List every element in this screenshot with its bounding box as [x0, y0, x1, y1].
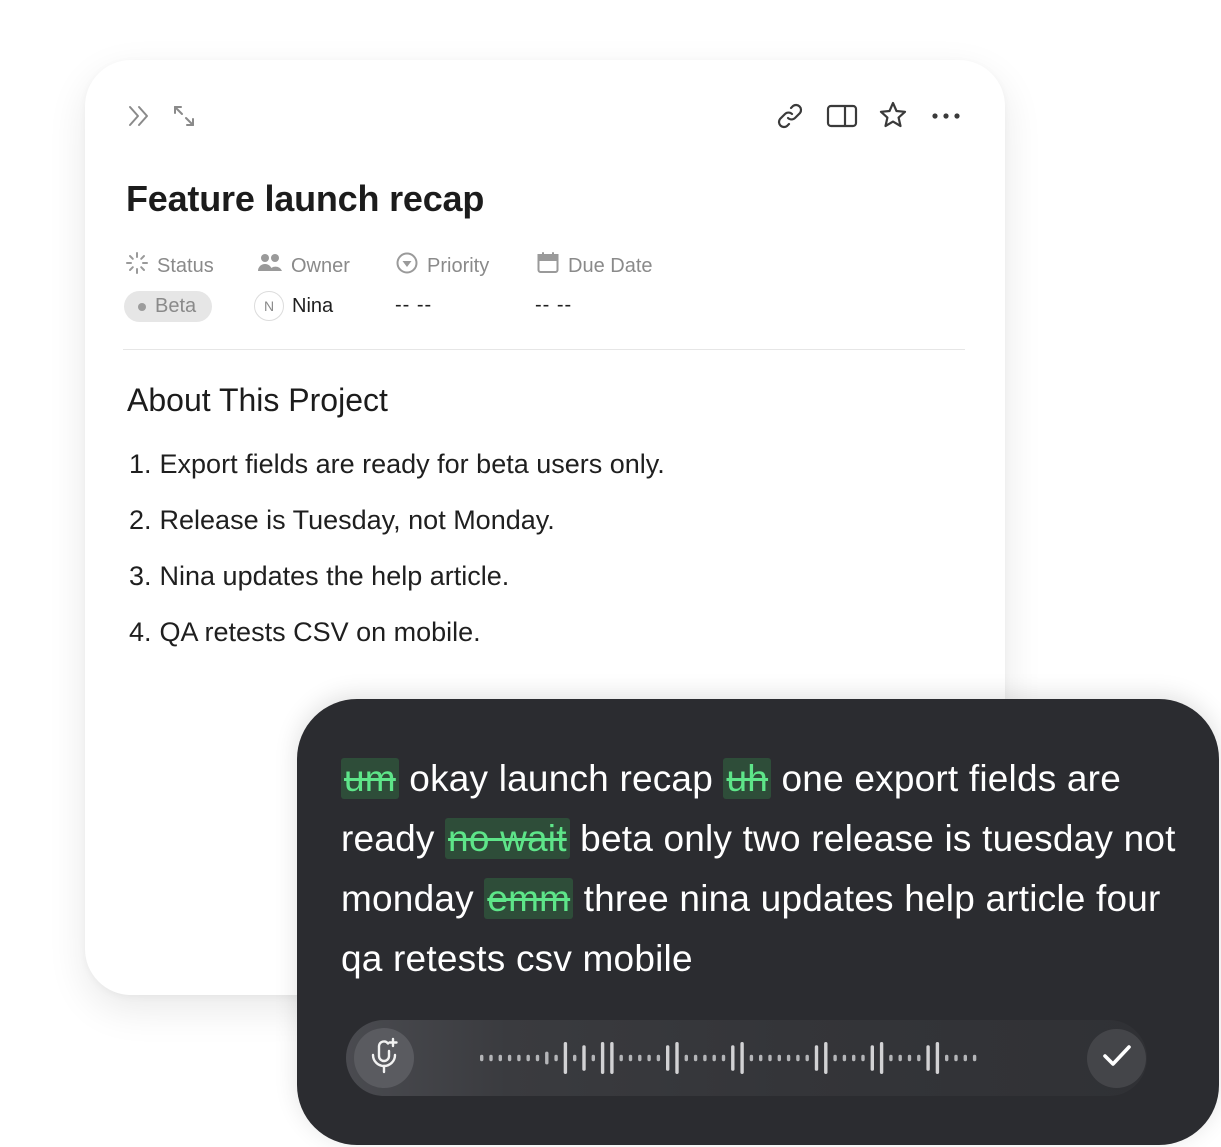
- waveform-bar: [712, 1054, 716, 1062]
- link-icon[interactable]: [775, 101, 805, 131]
- confirm-button[interactable]: [1087, 1029, 1146, 1088]
- waveform-bar: [693, 1054, 698, 1062]
- waveform-bar: [535, 1054, 540, 1062]
- waveform-bar: [619, 1054, 623, 1062]
- waveform-bar: [526, 1054, 530, 1062]
- waveform-bar: [917, 1054, 921, 1062]
- waveform-bar: [833, 1054, 837, 1062]
- waveform-bar: [545, 1051, 549, 1065]
- filler-word: no wait: [445, 818, 570, 859]
- waveform-bar: [656, 1054, 661, 1062]
- waveform-bar: [563, 1042, 568, 1074]
- waveform-bar: [582, 1045, 586, 1071]
- divider: [123, 349, 965, 350]
- status-label: Status: [125, 252, 214, 280]
- waveform-bar: [814, 1045, 819, 1071]
- expand-icon[interactable]: [171, 103, 197, 129]
- waveform-bar: [777, 1054, 781, 1062]
- people-icon: [257, 251, 291, 281]
- priority-label: Priority: [395, 252, 489, 280]
- waveform-bar: [963, 1054, 967, 1062]
- waveform-bar: [954, 1054, 958, 1062]
- waveform-bar: [786, 1054, 791, 1062]
- waveform-bar: [507, 1054, 512, 1062]
- waveform-bar: [749, 1054, 754, 1062]
- mic-button[interactable]: [354, 1028, 414, 1088]
- waveform-bar: [591, 1054, 595, 1062]
- waveform-bar: [638, 1054, 642, 1062]
- waveform-bar: [600, 1042, 605, 1074]
- status-icon: [125, 251, 157, 281]
- list-item[interactable]: 2. Release is Tuesday, not Monday.: [129, 502, 665, 558]
- waveform-bar: [731, 1045, 735, 1071]
- transcript-text: okay launch recap: [398, 758, 724, 799]
- owner-value[interactable]: N Nina: [254, 290, 333, 322]
- waveform-bar: [703, 1054, 707, 1062]
- avatar: N: [254, 291, 284, 321]
- waveform-bar: [517, 1054, 521, 1062]
- page-title: Feature launch recap: [126, 178, 485, 219]
- list-item[interactable]: 4. QA retests CSV on mobile.: [129, 614, 665, 670]
- double-chevron-right-icon[interactable]: [125, 102, 153, 130]
- priority-value[interactable]: -- --: [395, 294, 432, 317]
- waveform-bar: [647, 1054, 651, 1062]
- waveform-bar: [628, 1054, 633, 1062]
- mic-sparkle-icon: [367, 1037, 401, 1080]
- priority-icon: [395, 251, 427, 281]
- waveform-bar: [740, 1042, 744, 1074]
- waveform-bar: [926, 1045, 930, 1071]
- waveform-bar: [879, 1042, 884, 1074]
- waveform-bar: [805, 1054, 809, 1062]
- more-icon[interactable]: [930, 102, 962, 130]
- waveform-bar: [861, 1054, 865, 1062]
- waveform-bar: [684, 1054, 688, 1062]
- waveform-bar: [824, 1042, 828, 1074]
- filler-word: uh: [723, 758, 772, 799]
- waveform-bar: [852, 1054, 856, 1062]
- waveform-bar: [945, 1054, 949, 1062]
- filler-word: emm: [484, 878, 574, 919]
- waveform-bar: [768, 1054, 772, 1062]
- waveform-bar: [675, 1042, 679, 1074]
- due-date-label: Due Date: [536, 252, 653, 280]
- waveform-bar: [907, 1054, 912, 1062]
- checkmark-icon: [1102, 1043, 1132, 1074]
- list-item[interactable]: 1. Export fields are ready for beta users…: [129, 446, 665, 502]
- waveform-bar: [610, 1042, 614, 1074]
- waveform-bar: [759, 1054, 763, 1062]
- waveform-bar: [935, 1042, 940, 1074]
- waveform-bar: [972, 1054, 977, 1062]
- waveform-bar: [573, 1054, 577, 1062]
- waveform-bar: [554, 1054, 558, 1062]
- waveform-bar: [796, 1054, 800, 1062]
- transcript: um okay launch recap uh one export field…: [341, 749, 1187, 989]
- filler-word: um: [341, 758, 399, 799]
- section-title: About This Project: [127, 382, 388, 418]
- owner-name: Nina: [292, 294, 334, 317]
- project-notes-list: 1. Export fields are ready for beta users…: [129, 446, 665, 670]
- dictation-panel: um okay launch recap uh one export field…: [297, 699, 1219, 1145]
- waveform-bar: [898, 1054, 902, 1062]
- waveform-bar: [721, 1054, 726, 1062]
- waveform-bar: [666, 1045, 670, 1071]
- waveform-bar: [498, 1054, 502, 1062]
- waveform-bar: [489, 1054, 493, 1062]
- star-icon[interactable]: [878, 100, 908, 130]
- waveform: [480, 1042, 977, 1074]
- list-item[interactable]: 3. Nina updates the help article.: [129, 558, 665, 614]
- recording-bar: [346, 1020, 1147, 1096]
- side-panel-icon[interactable]: [826, 102, 858, 130]
- status-dot: [138, 302, 146, 311]
- waveform-bar: [480, 1054, 484, 1062]
- waveform-bar: [870, 1045, 874, 1071]
- status-badge[interactable]: Beta: [124, 291, 213, 322]
- owner-label: Owner: [257, 252, 350, 280]
- due-date-value[interactable]: -- --: [535, 294, 572, 317]
- calendar-icon: [536, 251, 568, 281]
- waveform-bar: [842, 1054, 847, 1062]
- waveform-bar: [889, 1054, 893, 1062]
